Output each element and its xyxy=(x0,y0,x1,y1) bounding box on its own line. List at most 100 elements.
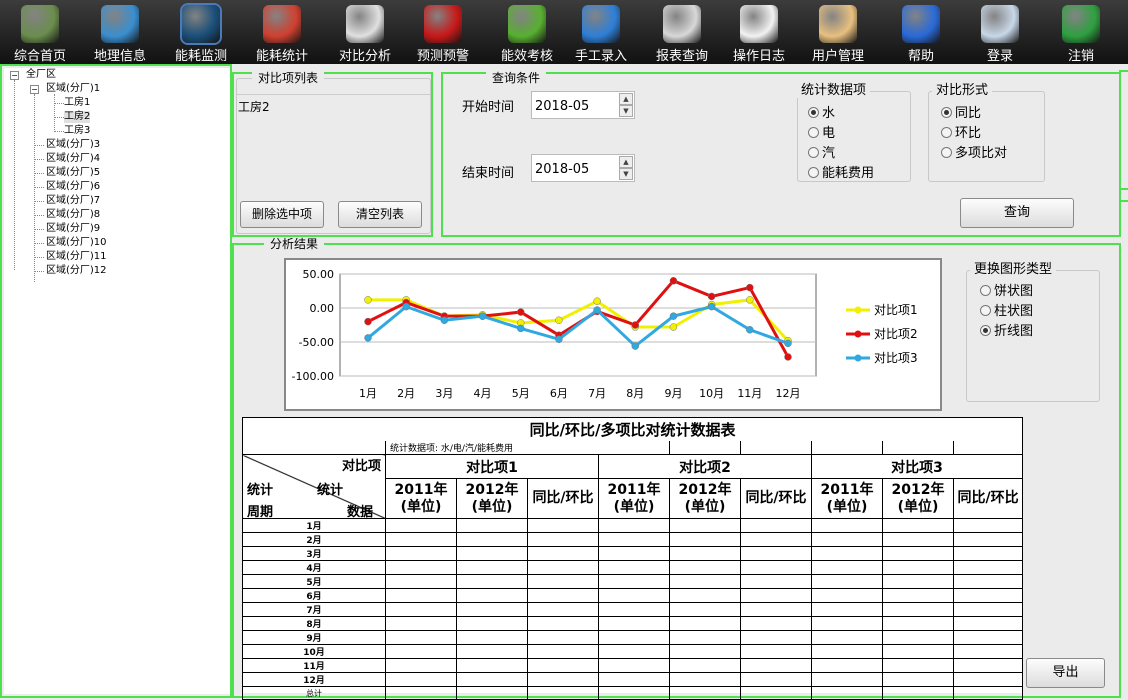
tree-node[interactable]: 区域(分厂)3 xyxy=(46,139,100,151)
data-cell xyxy=(527,616,599,631)
toolbar-item-12[interactable]: 登录 xyxy=(960,0,1040,64)
stat-item-radio-0[interactable]: 水 xyxy=(808,102,835,121)
x-tick-label: 10月 xyxy=(699,387,724,400)
compare-list-item[interactable]: 工房2 xyxy=(238,98,270,115)
toolbar-item-3[interactable]: 能耗统计 xyxy=(242,0,322,64)
data-point xyxy=(555,335,563,344)
end-time-down-icon[interactable]: ▼ xyxy=(619,168,633,180)
data-point xyxy=(555,316,563,324)
toolbar-item-8[interactable]: 报表查询 xyxy=(642,0,722,64)
data-cell xyxy=(527,658,599,673)
data-cell xyxy=(669,658,741,673)
data-cell xyxy=(952,672,1024,687)
data-cell xyxy=(669,574,741,589)
collapse-icon[interactable]: − xyxy=(30,85,39,94)
toolbar-item-4[interactable]: 对比分析 xyxy=(325,0,405,64)
data-cell xyxy=(385,574,457,589)
chart-type-radio-0[interactable]: 饼状图 xyxy=(980,280,1033,299)
percent-chart-icon xyxy=(263,5,301,43)
month-cell: 11月 xyxy=(242,658,386,673)
toolbar-item-0[interactable]: 综合首页 xyxy=(0,0,80,64)
data-cell xyxy=(598,658,670,673)
alarm-light-icon xyxy=(424,5,462,43)
toolbar-label: 操作日志 xyxy=(732,49,785,64)
tree-node[interactable]: 区域(分厂)4 xyxy=(46,153,100,165)
end-time-up-icon[interactable]: ▲ xyxy=(619,156,633,168)
toolbar-label: 用户管理 xyxy=(811,49,864,64)
delete-selected-button[interactable]: 删除选中项 xyxy=(240,201,324,228)
data-cell xyxy=(952,518,1024,533)
chart-type-radio-1[interactable]: 柱状图 xyxy=(980,300,1033,319)
compare-form-radio-2[interactable]: 多项比对 xyxy=(941,142,1007,161)
toolbar-item-13[interactable]: 注销 xyxy=(1041,0,1121,64)
tree-guide xyxy=(34,187,44,188)
query-button[interactable]: 查询 xyxy=(960,198,1074,228)
x-tick-label: 4月 xyxy=(474,387,492,400)
data-point xyxy=(707,302,716,311)
tree-node[interactable]: 全厂区 xyxy=(26,69,56,81)
tree-node[interactable]: 区域(分厂)7 xyxy=(46,195,100,207)
compare-form-radio-0[interactable]: 同比 xyxy=(941,102,981,121)
users-icon xyxy=(819,5,857,43)
start-time-up-icon[interactable]: ▲ xyxy=(619,93,633,105)
collapse-icon[interactable]: − xyxy=(10,71,19,80)
data-cell xyxy=(811,588,883,603)
toolbar-item-5[interactable]: 预测预警 xyxy=(403,0,483,64)
table-row: 5月 xyxy=(242,574,1024,589)
data-cell xyxy=(811,616,883,631)
toolbar-item-7[interactable]: 手工录入 xyxy=(561,0,641,64)
data-cell xyxy=(740,574,812,589)
data-cell xyxy=(527,518,599,533)
data-cell xyxy=(740,672,812,687)
stat-item-radio-1[interactable]: 电 xyxy=(808,122,835,141)
start-time-down-icon[interactable]: ▼ xyxy=(619,105,633,117)
toolbar-item-6[interactable]: 能效考核 xyxy=(487,0,567,64)
month-cell: 5月 xyxy=(242,574,386,589)
tree-node[interactable]: 区域(分厂)9 xyxy=(46,223,100,235)
toolbar-item-10[interactable]: 用户管理 xyxy=(798,0,878,64)
stat-item-option-label: 能耗费用 xyxy=(822,166,875,181)
toolbar-item-2[interactable]: 能耗监测 xyxy=(161,0,241,64)
report-icon xyxy=(663,5,701,43)
tree-guide xyxy=(34,145,44,146)
end-time-stepper[interactable]: 2018-05 ▲ ▼ xyxy=(531,154,635,182)
tree-node[interactable]: 区域(分厂)5 xyxy=(46,167,100,179)
end-time-label: 结束时间 xyxy=(462,166,515,181)
x-tick-label: 9月 xyxy=(664,387,682,400)
stat-item-radio-2[interactable]: 汽 xyxy=(808,142,835,161)
x-tick-label: 2月 xyxy=(397,387,415,400)
chart-type-option-label: 折线图 xyxy=(994,324,1034,339)
data-point xyxy=(746,326,754,334)
chart-type-radio-2[interactable]: 折线图 xyxy=(980,320,1033,339)
tree-guide xyxy=(34,257,44,258)
clear-list-button[interactable]: 清空列表 xyxy=(338,201,422,228)
toolbar-item-11[interactable]: 帮助 xyxy=(881,0,961,64)
data-cell xyxy=(669,518,741,533)
stat-item-radio-3[interactable]: 能耗费用 xyxy=(808,162,874,181)
tree-node[interactable]: 区域(分厂)6 xyxy=(46,181,100,193)
export-button[interactable]: 导出 xyxy=(1026,658,1105,688)
table-row: 6月 xyxy=(242,588,1024,603)
exit-icon xyxy=(1062,5,1100,43)
toolbar-item-1[interactable]: 地理信息 xyxy=(80,0,160,64)
radio-dot-icon xyxy=(980,305,991,316)
tree-node[interactable]: 工房2 xyxy=(64,111,91,123)
data-cell xyxy=(669,672,741,687)
tree-node[interactable]: 工房1 xyxy=(64,97,90,109)
start-time-stepper[interactable]: 2018-05 ▲ ▼ xyxy=(531,91,635,119)
tree-node[interactable]: 区域(分厂)11 xyxy=(46,251,107,263)
tree-guide xyxy=(34,94,35,282)
x-tick-label: 11月 xyxy=(737,387,762,400)
tree-node[interactable]: 工房3 xyxy=(64,125,90,137)
toolbar-item-9[interactable]: 操作日志 xyxy=(719,0,799,64)
x-tick-label: 8月 xyxy=(626,387,644,400)
compare-form-radio-1[interactable]: 环比 xyxy=(941,122,981,141)
tree-node[interactable]: 区域(分厂)10 xyxy=(46,237,107,249)
stat-item-title: 统计数据项 xyxy=(797,84,871,98)
tree-node[interactable]: 区域(分厂)8 xyxy=(46,209,100,221)
data-cell xyxy=(882,672,954,687)
x-tick-label: 3月 xyxy=(435,387,453,400)
toolbar-label: 预测预警 xyxy=(416,49,469,64)
sub-header: 同比/环比 xyxy=(952,478,1024,519)
tree-node[interactable]: 区域(分厂)12 xyxy=(46,265,107,277)
